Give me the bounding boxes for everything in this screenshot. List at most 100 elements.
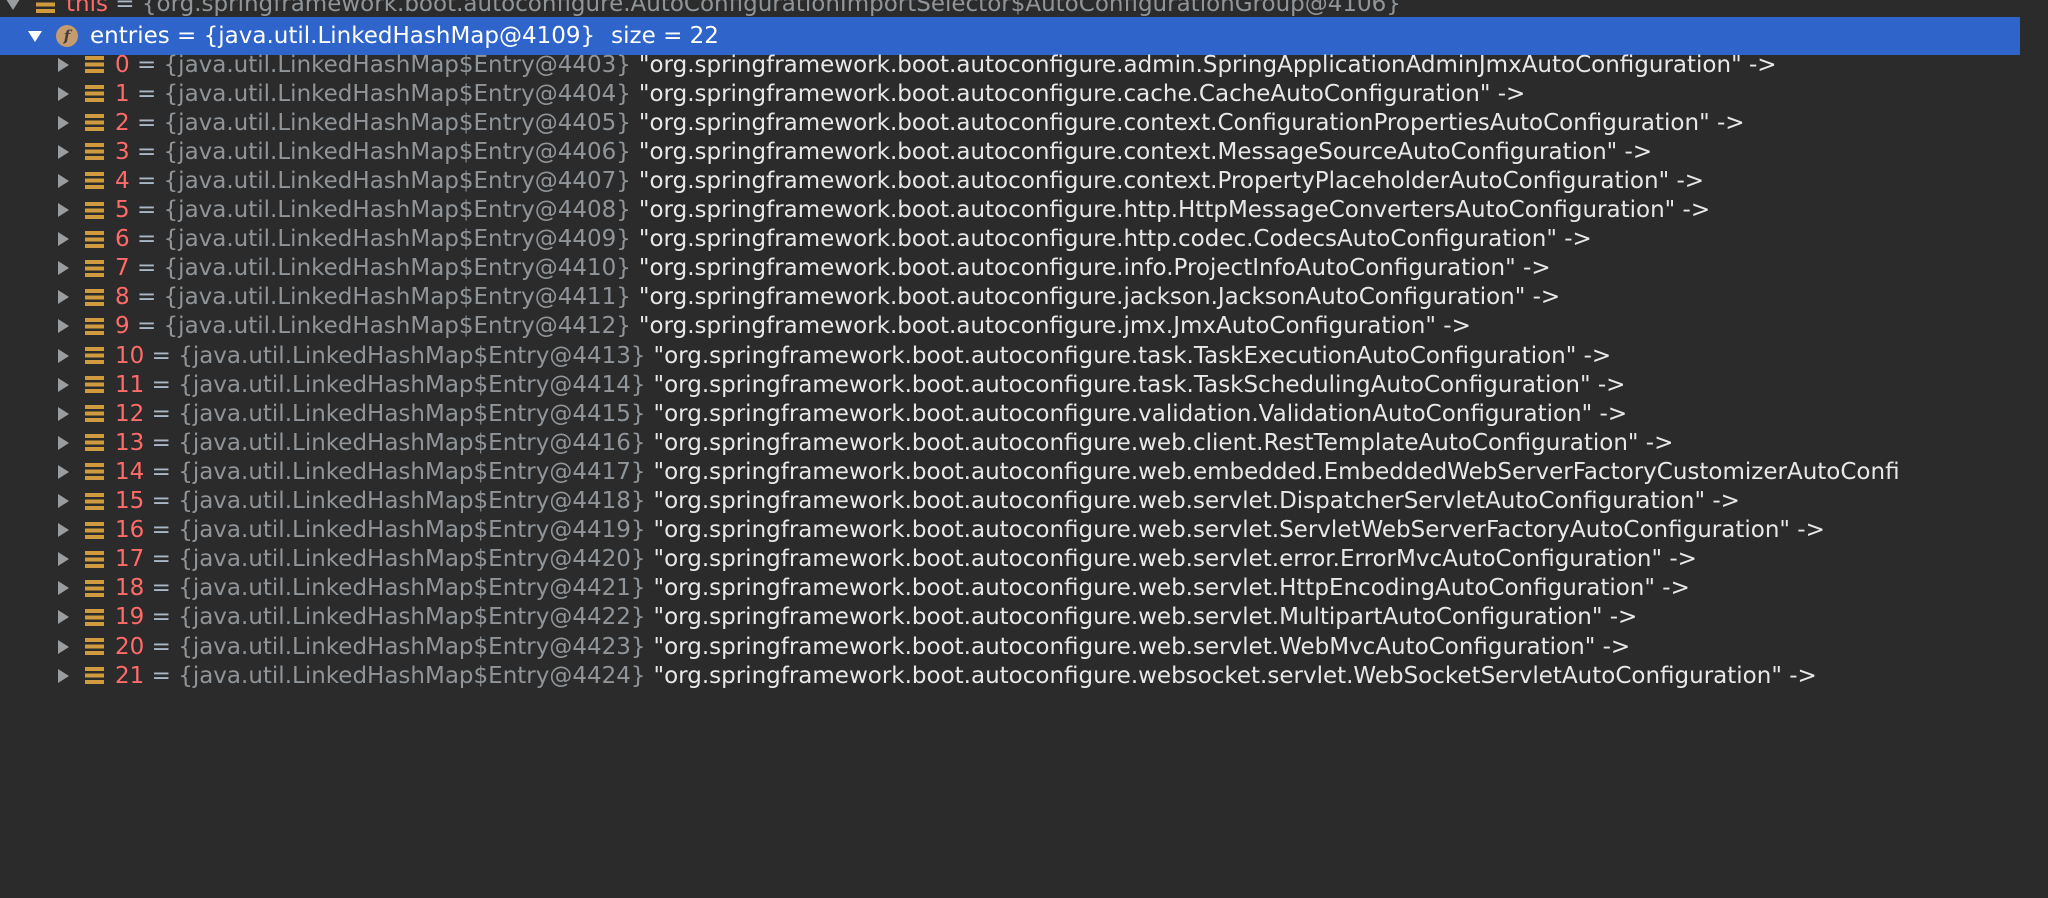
vertical-scrollbar[interactable] bbox=[2020, 0, 2034, 898]
entry-key: "org.springframework.boot.autoconfigure.… bbox=[638, 167, 1705, 194]
tree-row-entry[interactable]: 12 = {java.util.LinkedHashMap$Entry@4415… bbox=[0, 399, 2034, 428]
expand-toggle-icon[interactable] bbox=[58, 348, 69, 363]
entry-key: "org.springframework.boot.autoconfigure.… bbox=[638, 284, 1561, 311]
entry-ref: {java.util.LinkedHashMap$Entry@4413} bbox=[178, 342, 646, 369]
entry-index: 14 bbox=[115, 458, 145, 485]
tree-row-entry[interactable]: 20 = {java.util.LinkedHashMap$Entry@4423… bbox=[0, 632, 2034, 661]
tree-row-entry[interactable]: 18 = {java.util.LinkedHashMap$Entry@4421… bbox=[0, 574, 2034, 603]
expand-toggle-icon[interactable] bbox=[58, 144, 69, 159]
tree-row-entry[interactable]: 11 = {java.util.LinkedHashMap$Entry@4414… bbox=[0, 370, 2034, 399]
equals-sign: = bbox=[169, 23, 204, 49]
equals-sign: = bbox=[144, 488, 179, 514]
tree-row-entry[interactable]: 9 = {java.util.LinkedHashMap$Entry@4412}… bbox=[0, 312, 2034, 341]
expand-toggle-icon[interactable] bbox=[58, 406, 69, 421]
expand-toggle-icon[interactable] bbox=[28, 30, 42, 42]
entry-key: "org.springframework.boot.autoconfigure.… bbox=[638, 80, 1526, 107]
expand-toggle-icon[interactable] bbox=[58, 173, 69, 188]
tree-row-entry[interactable]: 3 = {java.util.LinkedHashMap$Entry@4406}… bbox=[0, 137, 2034, 166]
expand-toggle-icon[interactable] bbox=[58, 494, 69, 508]
tree-row-entry[interactable]: 1 = {java.util.LinkedHashMap$Entry@4404}… bbox=[0, 79, 2034, 108]
field-size: size = 22 bbox=[611, 23, 719, 49]
equals-sign: = bbox=[144, 546, 179, 573]
tree-row-entry[interactable]: 8 = {java.util.LinkedHashMap$Entry@4411}… bbox=[0, 283, 2034, 312]
entry-ref: {java.util.LinkedHashMap$Entry@4422} bbox=[178, 604, 646, 631]
tree-row-entry[interactable]: 16 = {java.util.LinkedHashMap$Entry@4419… bbox=[0, 516, 2034, 545]
map-entry-icon bbox=[85, 56, 104, 73]
expand-toggle-icon[interactable] bbox=[58, 581, 69, 596]
entry-index: 7 bbox=[115, 255, 130, 282]
entry-key: "org.springframework.boot.autoconfigure.… bbox=[638, 255, 1551, 282]
tree-row-entry[interactable]: 0 = {java.util.LinkedHashMap$Entry@4403}… bbox=[0, 50, 2034, 79]
variable-name: this bbox=[66, 0, 108, 17]
entry-index: 8 bbox=[115, 284, 130, 311]
tree-row-entry[interactable]: 5 = {java.util.LinkedHashMap$Entry@4408}… bbox=[0, 196, 2034, 225]
entry-key: "org.springframework.boot.autoconfigure.… bbox=[638, 138, 1653, 165]
entry-key: "org.springframework.boot.autoconfigure.… bbox=[638, 51, 1777, 78]
expand-toggle-icon[interactable] bbox=[58, 552, 69, 567]
entry-index: 3 bbox=[115, 138, 130, 165]
tree-row-entry[interactable]: 10 = {java.util.LinkedHashMap$Entry@4413… bbox=[0, 341, 2034, 370]
entry-ref: {java.util.LinkedHashMap$Entry@4406} bbox=[163, 138, 631, 165]
expand-toggle-icon[interactable] bbox=[58, 523, 69, 538]
entry-index: 2 bbox=[115, 109, 130, 136]
entry-ref: {java.util.LinkedHashMap$Entry@4414} bbox=[178, 371, 646, 398]
expand-toggle-icon[interactable] bbox=[58, 86, 69, 101]
tree-row-this[interactable]: this = {org.springframework.boot.autocon… bbox=[0, 0, 2034, 17]
expand-toggle-icon[interactable] bbox=[58, 639, 69, 654]
expand-toggle-icon[interactable] bbox=[58, 115, 69, 130]
entry-key: "org.springframework.boot.autoconfigure.… bbox=[653, 400, 1628, 427]
tree-row-entry[interactable]: 15 = {java.util.LinkedHashMap$Entry@4418… bbox=[0, 487, 2034, 516]
map-entry-icon bbox=[85, 201, 104, 219]
entry-index: 19 bbox=[115, 604, 145, 631]
entry-key: "org.springframework.boot.autoconfigure.… bbox=[653, 517, 1825, 544]
variable-icon bbox=[36, 0, 55, 13]
map-entry-icon bbox=[85, 347, 104, 364]
tree-row-entry[interactable]: 17 = {java.util.LinkedHashMap$Entry@4420… bbox=[0, 545, 2034, 574]
entry-index: 0 bbox=[115, 51, 130, 78]
expand-toggle-icon[interactable] bbox=[58, 261, 69, 276]
entry-ref: {java.util.LinkedHashMap$Entry@4421} bbox=[178, 575, 646, 602]
variable-value: {org.springframework.boot.autoconfigure.… bbox=[141, 0, 1401, 17]
expand-toggle-icon[interactable] bbox=[58, 290, 69, 305]
entry-ref: {java.util.LinkedHashMap$Entry@4404} bbox=[163, 80, 631, 107]
map-entry-icon bbox=[85, 288, 104, 306]
tree-row-entry[interactable]: 6 = {java.util.LinkedHashMap$Entry@4409}… bbox=[0, 225, 2034, 254]
entry-ref: {java.util.LinkedHashMap$Entry@4416} bbox=[178, 429, 646, 456]
expand-toggle-icon[interactable] bbox=[58, 319, 69, 334]
map-entry-icon bbox=[85, 376, 104, 394]
entry-index: 11 bbox=[115, 371, 145, 398]
equals-sign: = bbox=[129, 138, 164, 165]
entry-ref: {java.util.LinkedHashMap$Entry@4405} bbox=[163, 109, 631, 136]
expand-toggle-icon[interactable] bbox=[58, 203, 69, 217]
expand-toggle-icon[interactable] bbox=[58, 377, 69, 392]
tree-row-entry[interactable]: 14 = {java.util.LinkedHashMap$Entry@4417… bbox=[0, 457, 2034, 486]
tree-row-entry[interactable]: 7 = {java.util.LinkedHashMap$Entry@4410}… bbox=[0, 254, 2034, 283]
equals-sign: = bbox=[144, 604, 179, 631]
expand-toggle-icon[interactable] bbox=[58, 435, 69, 450]
tree-row-entry[interactable]: 19 = {java.util.LinkedHashMap$Entry@4422… bbox=[0, 603, 2034, 632]
entry-index: 9 bbox=[115, 313, 130, 340]
equals-sign: = bbox=[129, 313, 164, 340]
entry-ref: {java.util.LinkedHashMap$Entry@4411} bbox=[163, 284, 631, 311]
expand-toggle-icon[interactable] bbox=[58, 668, 69, 683]
tree-row-entry[interactable]: 2 = {java.util.LinkedHashMap$Entry@4405}… bbox=[0, 108, 2034, 137]
expand-toggle-icon[interactable] bbox=[58, 610, 69, 625]
field-icon: f bbox=[56, 25, 78, 47]
expand-toggle-icon[interactable] bbox=[6, 0, 20, 10]
expand-toggle-icon[interactable] bbox=[58, 57, 69, 72]
entry-key: "org.springframework.boot.autoconfigure.… bbox=[653, 458, 1900, 485]
map-entry-icon bbox=[85, 114, 104, 132]
entry-index: 21 bbox=[115, 662, 145, 689]
entry-ref: {java.util.LinkedHashMap$Entry@4410} bbox=[163, 255, 631, 282]
entry-key: "org.springframework.boot.autoconfigure.… bbox=[653, 604, 1638, 631]
entry-ref: {java.util.LinkedHashMap$Entry@4423} bbox=[178, 633, 646, 660]
map-entry-icon bbox=[85, 85, 104, 103]
tree-row-entry[interactable]: 21 = {java.util.LinkedHashMap$Entry@4424… bbox=[0, 661, 2034, 690]
expand-toggle-icon[interactable] bbox=[58, 464, 69, 479]
expand-toggle-icon[interactable] bbox=[58, 232, 69, 247]
entry-key: "org.springframework.boot.autoconfigure.… bbox=[653, 662, 1817, 689]
map-entry-icon bbox=[85, 317, 104, 335]
equals-sign: = bbox=[144, 662, 179, 689]
tree-row-entry[interactable]: 13 = {java.util.LinkedHashMap$Entry@4416… bbox=[0, 428, 2034, 457]
tree-row-entry[interactable]: 4 = {java.util.LinkedHashMap$Entry@4407}… bbox=[0, 166, 2034, 195]
